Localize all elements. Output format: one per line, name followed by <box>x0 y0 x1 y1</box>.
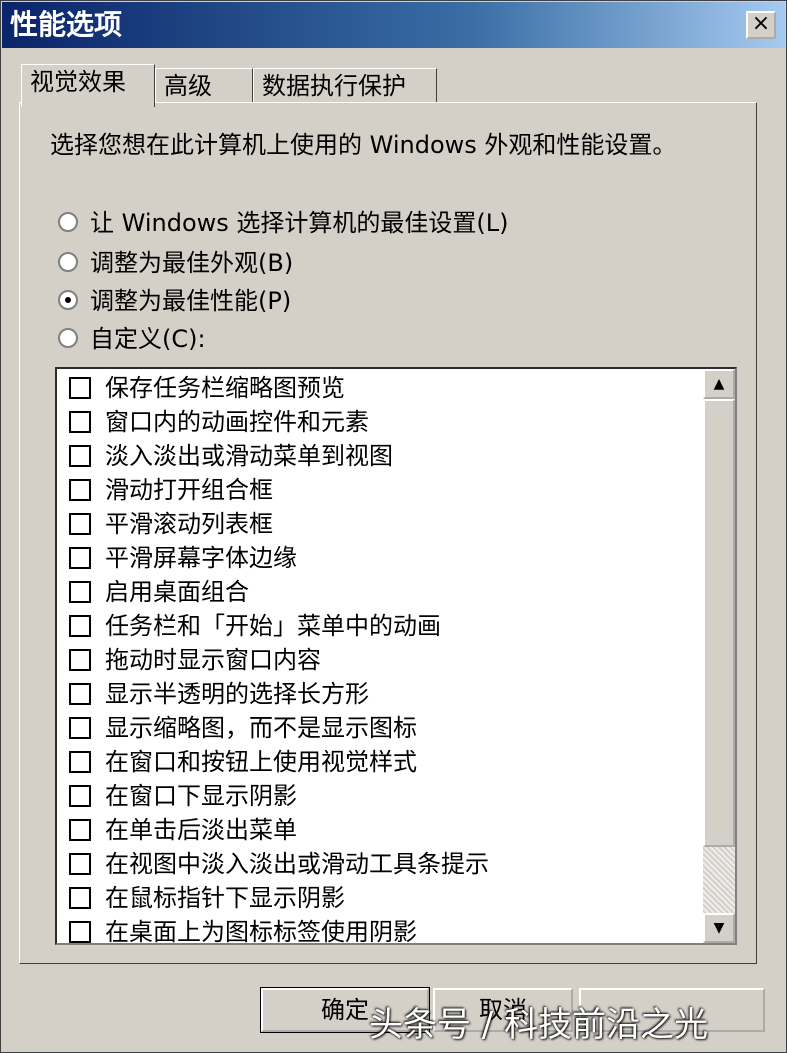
item-label: 淡入淡出或滑动菜单到视图 <box>105 442 393 470</box>
scroll-down-button[interactable]: ▼ <box>703 913 735 943</box>
checkbox[interactable] <box>69 445 91 467</box>
item-label: 保存任务栏缩略图预览 <box>105 374 345 402</box>
checkbox[interactable] <box>69 377 91 399</box>
list-item[interactable]: 在视图中淡入淡出或滑动工具条提示 <box>65 847 695 881</box>
title-bar[interactable]: 性能选项 × <box>2 2 785 48</box>
item-label: 在视图中淡入淡出或滑动工具条提示 <box>105 850 489 878</box>
radio-label: 调整为最佳性能(P) <box>90 287 292 315</box>
radio-button[interactable] <box>58 290 78 310</box>
list-item[interactable]: 在窗口和按钮上使用视觉样式 <box>65 745 695 779</box>
list-item[interactable]: 保存任务栏缩略图预览 <box>65 371 695 405</box>
checkbox[interactable] <box>69 887 91 909</box>
list-item[interactable]: 平滑滚动列表框 <box>65 507 695 541</box>
checkbox[interactable] <box>69 649 91 671</box>
radio-selected-dot <box>65 297 71 303</box>
item-label: 平滑屏幕字体边缘 <box>105 544 297 572</box>
list-item[interactable]: 滑动打开组合框 <box>65 473 695 507</box>
checkbox[interactable] <box>69 479 91 501</box>
scroll-thumb[interactable] <box>703 399 735 847</box>
list-item[interactable]: 窗口内的动画控件和元素 <box>65 405 695 439</box>
item-label: 窗口内的动画控件和元素 <box>105 408 369 436</box>
item-label: 启用桌面组合 <box>105 578 249 606</box>
list-item[interactable]: 任务栏和「开始」菜单中的动画 <box>65 609 695 643</box>
item-label: 任务栏和「开始」菜单中的动画 <box>105 612 441 640</box>
item-label: 平滑滚动列表框 <box>105 510 273 538</box>
checkbox[interactable] <box>69 751 91 773</box>
item-label: 滑动打开组合框 <box>105 476 273 504</box>
list-item[interactable]: 显示缩略图，而不是显示图标 <box>65 711 695 745</box>
close-button[interactable]: × <box>746 11 776 39</box>
list-item[interactable]: 显示半透明的选择长方形 <box>65 677 695 711</box>
checkbox[interactable] <box>69 819 91 841</box>
checkbox[interactable] <box>69 547 91 569</box>
item-label: 在窗口和按钮上使用视觉样式 <box>105 748 417 776</box>
list-item[interactable]: 在鼠标指针下显示阴影 <box>65 881 695 915</box>
tab-data-execution-prevention[interactable]: 数据执行保护 <box>253 68 437 104</box>
list-item[interactable]: 在单击后淡出菜单 <box>65 813 695 847</box>
radio-button[interactable] <box>58 328 78 348</box>
checkbox[interactable] <box>69 717 91 739</box>
tab-advanced[interactable]: 高级 <box>155 68 253 104</box>
checkbox[interactable] <box>69 513 91 535</box>
checkbox[interactable] <box>69 615 91 637</box>
list-item[interactable]: 拖动时显示窗口内容 <box>65 643 695 677</box>
item-label: 在窗口下显示阴影 <box>105 782 297 810</box>
vertical-scrollbar[interactable]: ▲ ▼ <box>703 369 735 943</box>
item-label: 在鼠标指针下显示阴影 <box>105 884 345 912</box>
checkbox[interactable] <box>69 785 91 807</box>
performance-options-window: 性能选项 × 视觉效果 高级 数据执行保护 选择您想在此计算机上使用的 Wind… <box>0 0 787 1053</box>
checkbox[interactable] <box>69 411 91 433</box>
watermark-text: 头条号 / 科技前沿之光 <box>369 1005 709 1045</box>
list-item[interactable]: 平滑屏幕字体边缘 <box>65 541 695 575</box>
window-title: 性能选项 <box>10 8 123 41</box>
item-label: 显示缩略图，而不是显示图标 <box>105 714 417 742</box>
item-label: 在桌面上为图标标签使用阴影 <box>105 918 417 945</box>
list-item[interactable]: 淡入淡出或滑动菜单到视图 <box>65 439 695 473</box>
radio-button[interactable] <box>58 212 78 232</box>
radio-label: 自定义(C): <box>90 325 206 353</box>
tab-visual-effects[interactable]: 视觉效果 <box>21 64 155 107</box>
checkbox[interactable] <box>69 853 91 875</box>
radio-label: 让 Windows 选择计算机的最佳设置(L) <box>90 209 509 237</box>
list-item[interactable]: 在桌面上为图标标签使用阴影 <box>65 915 695 945</box>
scroll-up-button[interactable]: ▲ <box>703 369 735 399</box>
checkbox[interactable] <box>69 683 91 705</box>
checkbox[interactable] <box>69 921 91 943</box>
visual-effects-panel: 选择您想在此计算机上使用的 Windows 外观和性能设置。 让 Windows… <box>19 102 757 964</box>
list-item[interactable]: 启用桌面组合 <box>65 575 695 609</box>
radio-button[interactable] <box>58 252 78 272</box>
item-label: 显示半透明的选择长方形 <box>105 680 369 708</box>
description-text: 选择您想在此计算机上使用的 Windows 外观和性能设置。 <box>50 131 677 159</box>
list-item[interactable]: 在窗口下显示阴影 <box>65 779 695 813</box>
item-label: 拖动时显示窗口内容 <box>105 646 321 674</box>
item-label: 在单击后淡出菜单 <box>105 816 297 844</box>
radio-label: 调整为最佳外观(B) <box>90 249 294 277</box>
checkbox[interactable] <box>69 581 91 603</box>
effects-listbox[interactable]: 保存任务栏缩略图预览 窗口内的动画控件和元素 淡入淡出或滑动菜单到视图 滑动打开… <box>55 367 737 945</box>
